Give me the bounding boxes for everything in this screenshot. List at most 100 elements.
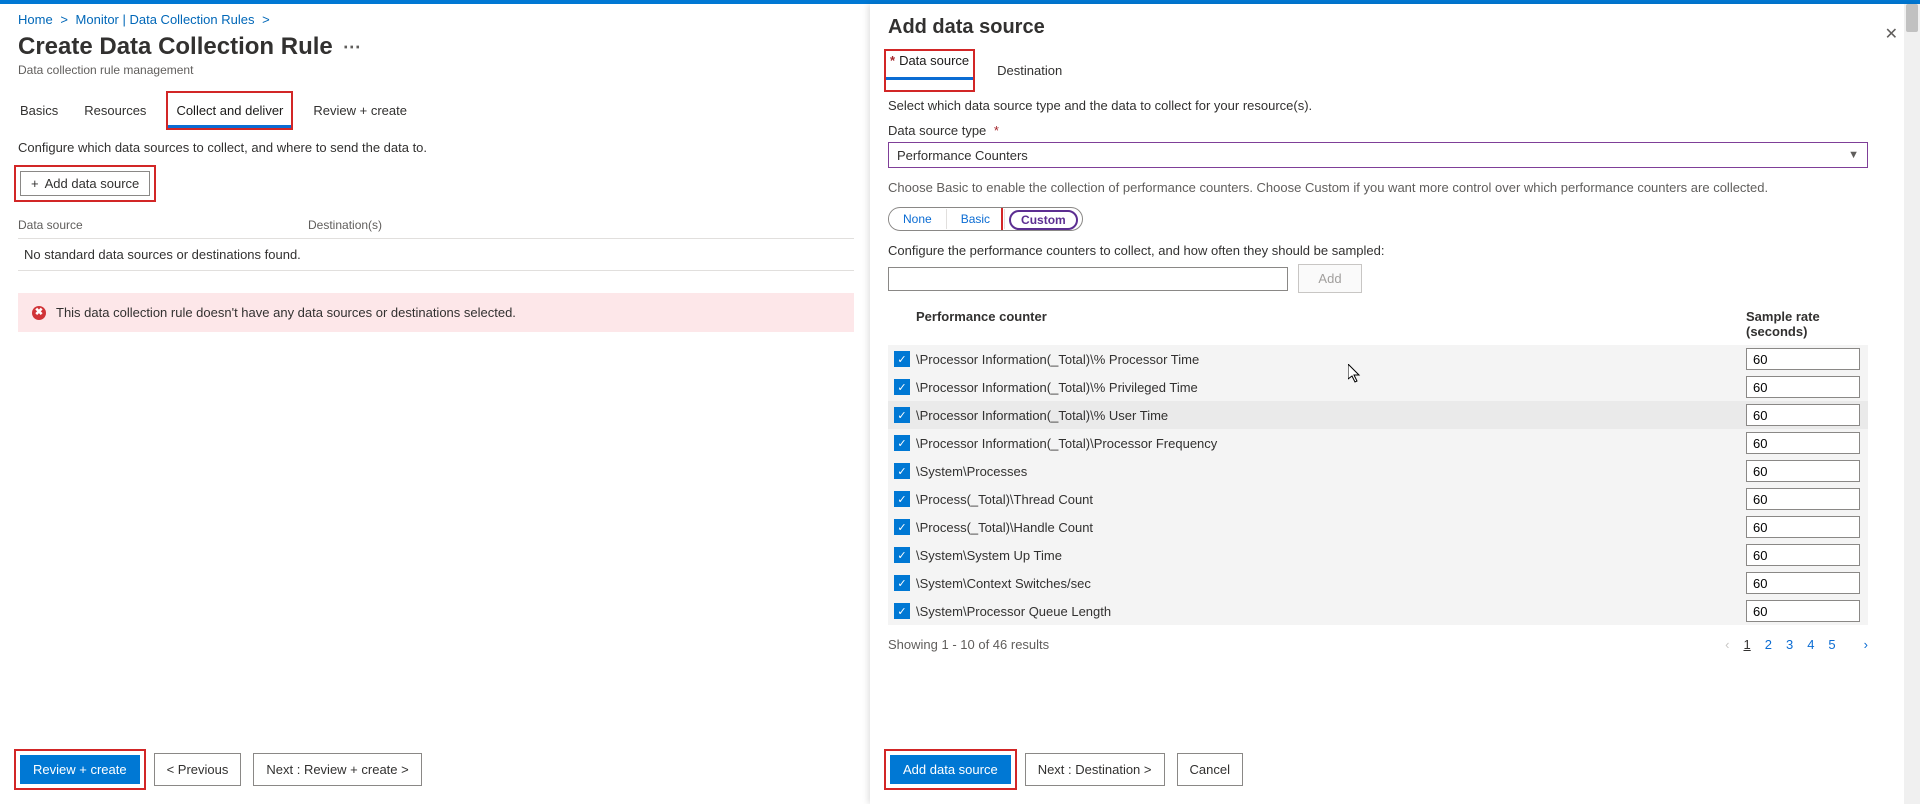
blade-tabs: *Data source Destination [888,53,1902,88]
counter-row[interactable]: ✓ \Process(_Total)\Thread Count [888,485,1868,513]
col-destinations: Destination(s) [308,218,854,232]
sample-rate-input[interactable] [1746,572,1860,594]
blade-buttons: Add data source Next : Destination > Can… [888,753,1243,786]
checkbox[interactable]: ✓ [894,491,910,507]
tab-destination[interactable]: Destination [995,53,1064,88]
validation-alert: ✖ This data collection rule doesn't have… [18,293,854,332]
required-indicator: * [994,123,999,138]
pager: Showing 1 - 10 of 46 results ‹ 12345 › [888,637,1868,652]
sample-rate-input[interactable] [1746,516,1860,538]
page-number[interactable]: 2 [1765,637,1772,652]
pill-none[interactable]: None [889,209,947,229]
counter-row[interactable]: ✓ \System\Processes [888,457,1868,485]
tab-collect-and-deliver[interactable]: Collect and deliver [170,95,289,126]
tab-review-create[interactable]: Review + create [311,95,409,126]
checkbox[interactable]: ✓ [894,603,910,619]
checkbox[interactable]: ✓ [894,435,910,451]
counter-name: \Processor Information(_Total)\% Privile… [916,380,1746,395]
page-links: ‹ 12345 › [1725,637,1868,652]
review-create-button[interactable]: Review + create [20,755,140,784]
add-counter-button[interactable]: Add [1298,264,1362,293]
counter-row[interactable]: ✓\Processor Information(_Total)\% Proces… [888,345,1868,373]
breadcrumb-sep: > [56,12,72,27]
error-icon: ✖ [32,306,46,320]
next-button[interactable]: Next : Review + create > [253,753,421,786]
blade-cancel-button[interactable]: Cancel [1177,753,1243,786]
sources-table-header: Data source Destination(s) [18,212,854,239]
checkbox[interactable]: ✓ [894,463,910,479]
counter-config: Configure the performance counters to co… [888,243,1902,652]
checkbox[interactable]: ✓ [894,519,910,535]
pill-basic[interactable]: Basic [947,209,1005,229]
page-title-text: Create Data Collection Rule [18,33,333,61]
sample-rate-input[interactable] [1746,488,1860,510]
blade-next-button[interactable]: Next : Destination > [1025,753,1165,786]
breadcrumb-sep: > [258,12,274,27]
main-pane: Home > Monitor | Data Collection Rules >… [0,4,870,804]
sample-rate-input[interactable] [1746,404,1860,426]
scrollbar[interactable] [1904,4,1920,804]
chevron-down-icon: ▼ [1848,149,1859,161]
breadcrumb-monitor[interactable]: Monitor | Data Collection Rules [76,12,255,27]
counter-row[interactable]: ✓ \System\Context Switches/sec [888,569,1868,597]
checkbox[interactable]: ✓ [894,379,910,395]
tab-basics[interactable]: Basics [18,95,60,126]
counter-name: \System\System Up Time [916,548,1746,563]
counter-row[interactable]: ✓ \System\System Up Time [888,541,1868,569]
blade-add-data-source-button[interactable]: Add data source [890,755,1011,784]
data-source-type-label: Data source type * [888,123,1902,138]
counter-row[interactable]: ✓ \Processor Information(_Total)\% User T… [888,401,1868,429]
counter-name: \System\Processes [916,464,1746,479]
page-next[interactable]: › [1864,637,1868,652]
tab-resources[interactable]: Resources [82,95,148,126]
sample-rate-input[interactable] [1746,432,1860,454]
counter-name: \System\Processor Queue Length [916,604,1746,619]
col-data-source: Data source [18,218,308,232]
add-data-source-blade: Add data source ✕ *Data source Destinati… [870,4,1920,804]
data-source-type-select[interactable]: Performance Counters ▼ [888,142,1868,168]
counter-rows: ✓\Processor Information(_Total)\% Proces… [888,345,1902,625]
sample-rate-input[interactable] [1746,376,1860,398]
page-number[interactable]: 1 [1743,637,1750,652]
breadcrumb-home[interactable]: Home [18,12,53,27]
more-menu-icon[interactable]: ⋯ [343,37,362,58]
counter-name: \Processor Information(_Total)\Processor… [916,436,1746,451]
page-number[interactable]: 5 [1828,637,1835,652]
counter-name: \Process(_Total)\Handle Count [916,520,1746,535]
ds-type-value: Performance Counters [897,148,1028,163]
sample-rate-input[interactable] [1746,600,1860,622]
add-data-source-label: Add data source [45,176,140,191]
close-icon[interactable]: ✕ [1881,20,1902,48]
counter-name: \System\Context Switches/sec [916,576,1746,591]
counter-mode-group: None Basic Custom [888,207,1902,231]
th-performance-counter: Performance counter [916,309,1746,339]
counter-name: \Process(_Total)\Thread Count [916,492,1746,507]
sample-rate-input[interactable] [1746,460,1860,482]
page-number[interactable]: 3 [1786,637,1793,652]
counter-row[interactable]: ✓ \Processor Information(_Total)\% Privil… [888,373,1868,401]
pill-custom[interactable]: Custom [1009,210,1078,230]
counter-table-header: Performance counter Sample rate (seconds… [888,303,1868,345]
counter-row[interactable]: ✓ \System\Processor Queue Length [888,597,1868,625]
wizard-buttons: Review + create < Previous Next : Review… [18,753,422,786]
checkbox[interactable]: ✓ [894,351,910,367]
tab-data-source[interactable]: *Data source [888,43,971,78]
page-subtitle: Data collection rule management [18,63,854,77]
counter-row[interactable]: ✓ \Process(_Total)\Handle Count [888,513,1868,541]
previous-button[interactable]: < Previous [154,753,242,786]
checkbox[interactable]: ✓ [894,407,910,423]
add-data-source-button[interactable]: + Add data source [20,171,150,196]
results-text: Showing 1 - 10 of 46 results [888,637,1049,652]
checkbox[interactable]: ✓ [894,575,910,591]
sample-rate-input[interactable] [1746,544,1860,566]
counter-path-input[interactable] [888,267,1288,291]
checkbox[interactable]: ✓ [894,547,910,563]
page-prev[interactable]: ‹ [1725,637,1729,652]
counter-row[interactable]: ✓ \Processor Information(_Total)\Processo… [888,429,1868,457]
sample-rate-input[interactable] [1746,348,1860,370]
page-number[interactable]: 4 [1807,637,1814,652]
counter-mode-help: Choose Basic to enable the collection of… [888,180,1868,195]
scrollbar-thumb[interactable] [1906,4,1918,32]
counter-name: \Processor Information(_Total)\% User Ti… [916,408,1746,423]
breadcrumb: Home > Monitor | Data Collection Rules > [18,12,854,27]
